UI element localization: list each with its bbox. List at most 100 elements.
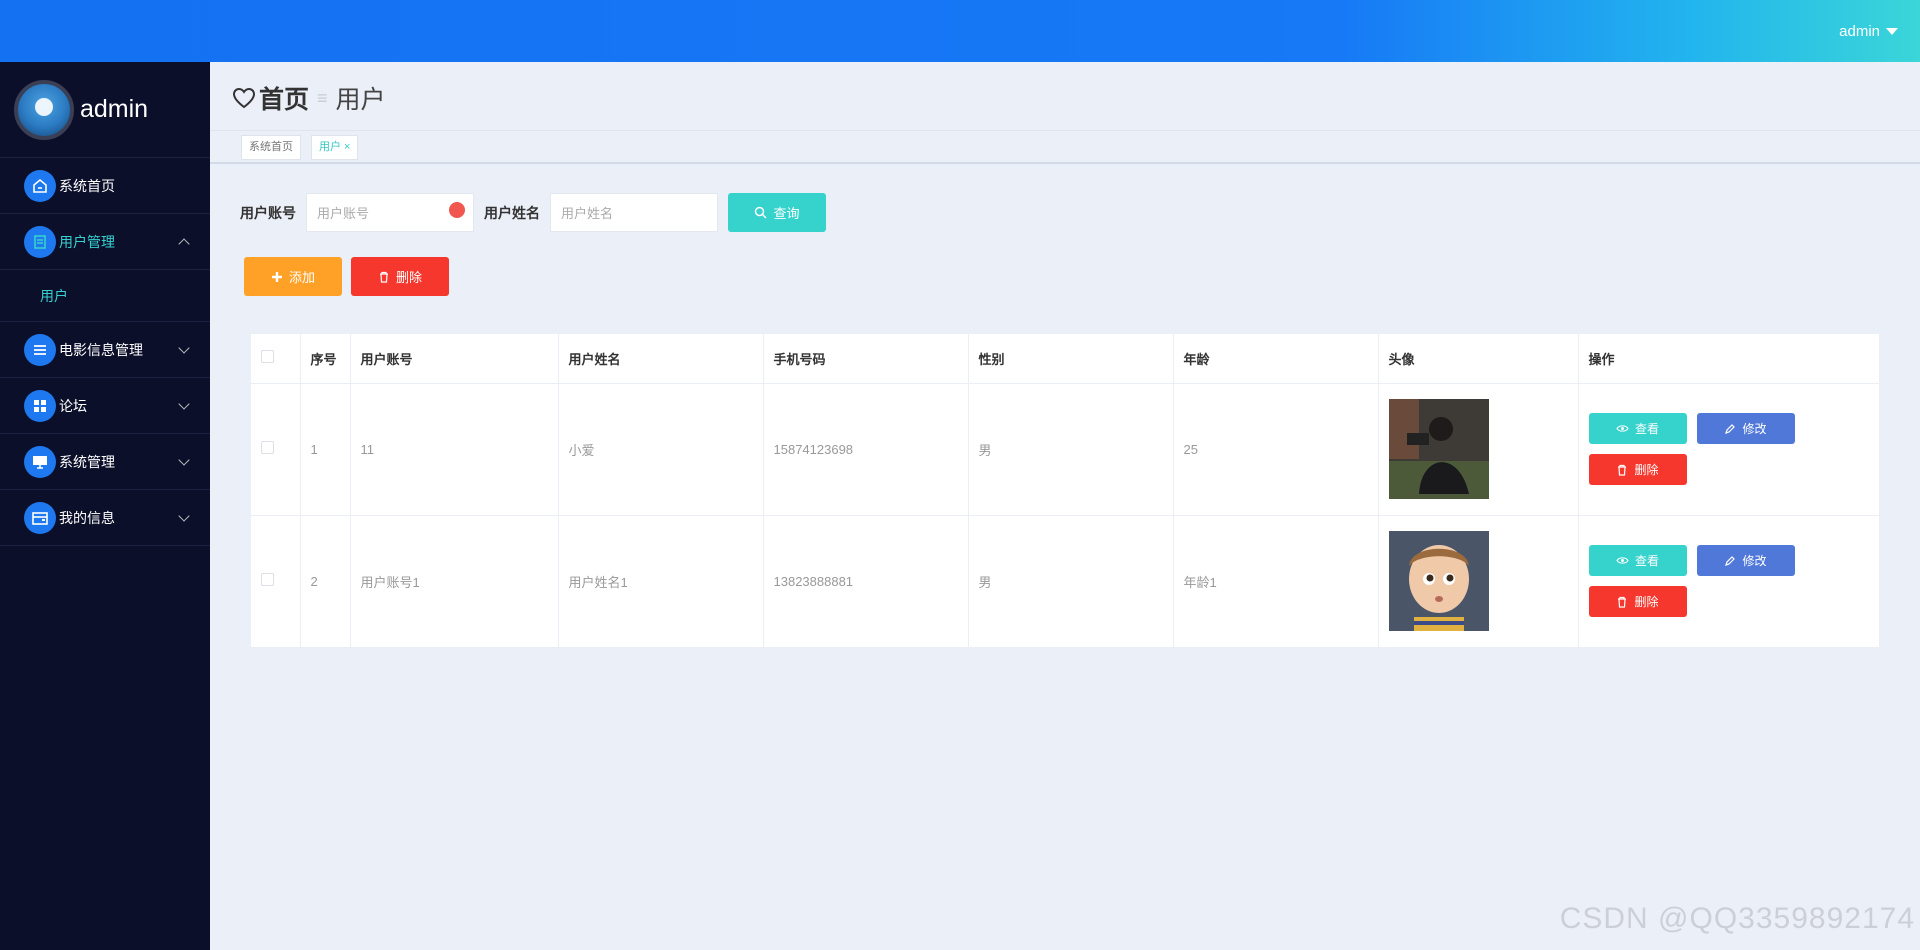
sidebar-item-forum[interactable]: 论坛 xyxy=(0,378,210,434)
view-button[interactable]: 查看 xyxy=(1588,545,1687,576)
trash-icon xyxy=(1618,464,1627,476)
table-header-row: 序号 用户账号 用户姓名 手机号码 性别 年龄 头像 操作 xyxy=(251,334,1880,384)
cell-age: 年龄1 xyxy=(1173,515,1379,648)
list-icon xyxy=(24,333,56,366)
row-actions: 查看 修改 删除 xyxy=(1588,413,1880,485)
name-input[interactable]: 用户姓名 xyxy=(550,193,718,232)
cell-index: 1 xyxy=(300,383,351,516)
tabs-bar: 系统首页 用户 × xyxy=(210,130,1920,164)
monitor-icon xyxy=(24,445,56,478)
col-header: 操作 xyxy=(1578,334,1880,384)
sidebar-item-label: 系统首页 xyxy=(59,177,115,194)
plus-icon xyxy=(271,271,282,282)
cell-name: 小爱 xyxy=(558,383,764,516)
brand-name: admin xyxy=(80,95,149,123)
search-form: 用户账号 用户账号 用户姓名 用户姓名 查询 xyxy=(240,193,826,232)
cell-account: 11 xyxy=(350,383,559,516)
edit-icon xyxy=(1725,423,1736,434)
sidebar-item-label: 用户管理 xyxy=(59,233,115,250)
chevron-down-icon xyxy=(178,342,190,354)
sidebar: admin 系统首页 用户管理 用户 电影信息管理 论坛 系统管理 我的信息 xyxy=(0,62,210,950)
account-placeholder: 用户账号 xyxy=(317,206,370,221)
add-label: 添加 xyxy=(288,270,315,285)
name-label: 用户姓名 xyxy=(484,204,540,221)
cell-name: 用户姓名1 xyxy=(558,515,764,648)
table-row: 2 用户账号1 用户姓名1 13823888881 男 年龄1 查看 修改 删除 xyxy=(251,515,1880,648)
col-header: 用户账号 xyxy=(350,334,559,384)
sidebar-item-my-info[interactable]: 我的信息 xyxy=(0,490,210,546)
select-all-checkbox[interactable] xyxy=(261,350,274,364)
delete-label: 删除 xyxy=(395,270,422,285)
cell-operations: 查看 修改 删除 xyxy=(1578,515,1880,648)
breadcrumb-current: 用户 xyxy=(335,86,386,114)
chevron-down-icon xyxy=(178,454,190,466)
edit-icon xyxy=(1725,555,1736,566)
edit-label: 修改 xyxy=(1742,554,1767,568)
add-button[interactable]: 添加 xyxy=(244,257,342,296)
page-header: 首页 ≡ 用户 xyxy=(210,62,1920,130)
account-input[interactable]: 用户账号 xyxy=(306,193,474,232)
sidebar-item-label: 论坛 xyxy=(59,397,87,414)
cell-index: 2 xyxy=(300,515,351,648)
cell-account: 用户账号1 xyxy=(350,515,559,648)
delete-button[interactable]: 删除 xyxy=(1588,586,1687,617)
home-icon xyxy=(24,169,56,202)
account-label: 用户账号 xyxy=(240,204,296,221)
delete-label: 删除 xyxy=(1634,595,1659,609)
trash-icon xyxy=(379,271,388,283)
col-header: 序号 xyxy=(300,334,351,384)
breadcrumb: 首页 ≡ 用户 xyxy=(232,80,386,116)
cell-avatar xyxy=(1378,383,1579,516)
cell-gender: 男 xyxy=(968,383,1174,516)
sidebar-item-system[interactable]: 系统管理 xyxy=(0,434,210,490)
edit-button[interactable]: 修改 xyxy=(1696,545,1795,576)
chevron-down-icon xyxy=(178,510,190,522)
grid-icon xyxy=(24,389,56,422)
heart-icon xyxy=(232,87,256,109)
col-header: 手机号码 xyxy=(763,334,969,384)
col-header: 用户姓名 xyxy=(558,334,764,384)
user-table: 序号 用户账号 用户姓名 手机号码 性别 年龄 头像 操作 1 11 小爱 15… xyxy=(251,334,1880,648)
cell-age: 25 xyxy=(1173,383,1379,516)
tab-home[interactable]: 系统首页 xyxy=(241,135,301,160)
row-checkbox[interactable] xyxy=(261,573,274,586)
caret-down-icon[interactable] xyxy=(1886,28,1898,35)
clear-icon[interactable] xyxy=(449,202,465,218)
view-button[interactable]: 查看 xyxy=(1588,413,1687,444)
name-placeholder: 用户姓名 xyxy=(561,206,614,221)
breadcrumb-separator: ≡ xyxy=(317,87,328,108)
table-row: 1 11 小爱 15874123698 男 25 查看 修改 删除 xyxy=(251,383,1880,516)
row-checkbox[interactable] xyxy=(261,441,274,454)
col-header: 头像 xyxy=(1378,334,1579,384)
cell-phone: 13823888881 xyxy=(763,515,969,648)
top-bar: admin xyxy=(0,0,1920,62)
search-icon xyxy=(755,206,768,219)
batch-delete-button[interactable]: 删除 xyxy=(351,257,449,296)
cell-gender: 男 xyxy=(968,515,1174,648)
select-all-cell xyxy=(251,334,301,384)
user-name[interactable]: admin xyxy=(1839,23,1880,40)
delete-button[interactable]: 删除 xyxy=(1588,454,1687,485)
delete-label: 删除 xyxy=(1634,463,1659,477)
row-actions: 查看 修改 删除 xyxy=(1588,545,1880,617)
chevron-down-icon xyxy=(178,398,190,410)
user-menu[interactable]: admin xyxy=(1839,23,1898,40)
edit-button[interactable]: 修改 xyxy=(1696,413,1795,444)
tab-user[interactable]: 用户 × xyxy=(311,135,359,160)
col-header: 性别 xyxy=(968,334,1174,384)
action-bar: 添加 删除 xyxy=(244,257,449,296)
trash-icon xyxy=(1618,596,1627,608)
query-label: 查询 xyxy=(773,206,800,221)
sidebar-item-user-manage[interactable]: 用户管理 xyxy=(0,214,210,270)
col-header: 年龄 xyxy=(1173,334,1379,384)
edit-label: 修改 xyxy=(1742,422,1767,436)
row-select-cell xyxy=(251,515,301,648)
query-button[interactable]: 查询 xyxy=(728,193,826,232)
sidebar-item-movie-manage[interactable]: 电影信息管理 xyxy=(0,322,210,378)
user-manage-icon xyxy=(24,225,56,258)
sidebar-item-home[interactable]: 系统首页 xyxy=(0,158,210,214)
sidebar-subitem-user[interactable]: 用户 xyxy=(0,270,210,322)
eye-icon xyxy=(1616,557,1629,564)
user-photo xyxy=(1388,399,1489,499)
breadcrumb-home[interactable]: 首页 xyxy=(259,80,309,116)
